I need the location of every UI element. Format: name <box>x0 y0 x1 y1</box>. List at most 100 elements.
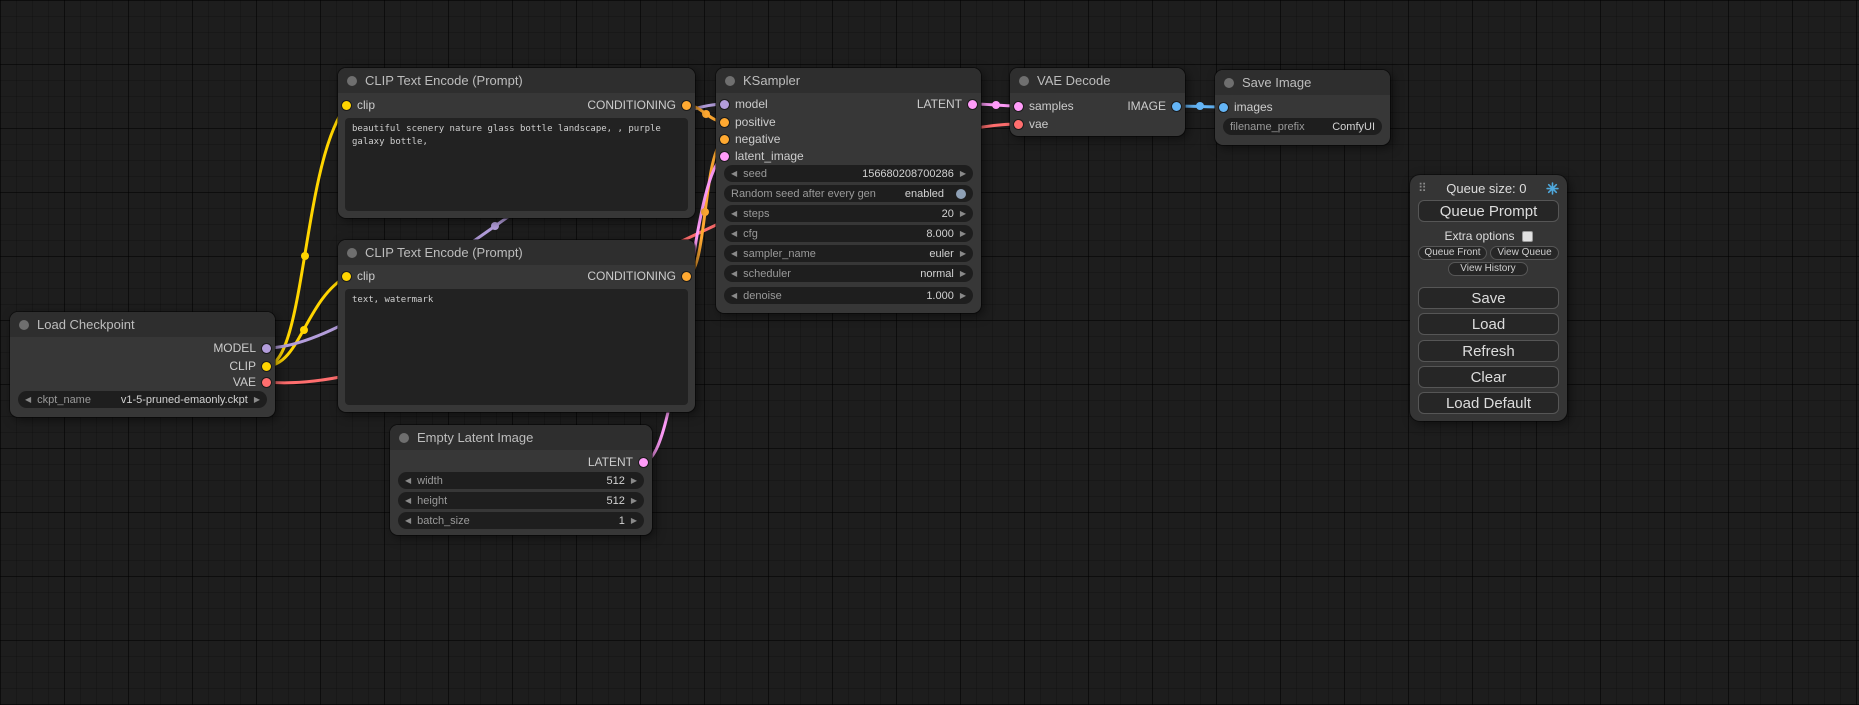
widget-scheduler[interactable]: ◀ scheduler normal ▶ <box>724 265 973 282</box>
model-port[interactable] <box>720 100 729 109</box>
conditioning-port[interactable] <box>682 272 691 281</box>
output-slot-model[interactable]: MODEL <box>213 341 271 355</box>
vae-port[interactable] <box>262 378 271 387</box>
node-ksampler[interactable]: KSampler model positive negative latent_… <box>716 68 981 313</box>
decrement-arrow-icon[interactable]: ◀ <box>731 210 737 218</box>
latent-port[interactable] <box>639 458 648 467</box>
model-port[interactable] <box>262 344 271 353</box>
extra-options-checkbox[interactable] <box>1522 231 1533 242</box>
output-slot-image[interactable]: IMAGE <box>1127 99 1181 113</box>
input-slot-samples[interactable]: samples <box>1014 99 1074 113</box>
collapse-dot-icon[interactable] <box>347 76 357 86</box>
output-slot-vae[interactable]: VAE <box>233 375 271 389</box>
image-port[interactable] <box>1172 102 1181 111</box>
decrement-arrow-icon[interactable]: ◀ <box>731 230 737 238</box>
clear-button[interactable]: Clear <box>1418 366 1559 388</box>
node-save-image[interactable]: Save Image images filename_prefix ComfyU… <box>1215 70 1390 145</box>
widget-cfg[interactable]: ◀ cfg 8.000 ▶ <box>724 225 973 242</box>
conditioning-port[interactable] <box>720 118 729 127</box>
collapse-dot-icon[interactable] <box>1224 78 1234 88</box>
latent-port[interactable] <box>968 100 977 109</box>
drag-handle-icon[interactable]: ⠿ <box>1418 181 1427 195</box>
node-clip-text-encode-negative[interactable]: CLIP Text Encode (Prompt) clip CONDITION… <box>338 240 695 412</box>
input-slot-vae[interactable]: vae <box>1014 117 1048 131</box>
output-slot-clip[interactable]: CLIP <box>229 359 271 373</box>
conditioning-port[interactable] <box>720 135 729 144</box>
node-title-bar[interactable]: VAE Decode <box>1010 68 1185 93</box>
widget-batch-size[interactable]: ◀ batch_size 1 ▶ <box>398 512 644 529</box>
node-title-bar[interactable]: Empty Latent Image <box>390 425 652 450</box>
image-port[interactable] <box>1219 103 1228 112</box>
widget-denoise[interactable]: ◀ denoise 1.000 ▶ <box>724 287 973 304</box>
widget-sampler-name[interactable]: ◀ sampler_name euler ▶ <box>724 245 973 262</box>
increment-arrow-icon[interactable]: ▶ <box>960 292 966 300</box>
latent-port[interactable] <box>720 152 729 161</box>
prompt-text-area[interactable]: beautiful scenery nature glass bottle la… <box>345 118 688 211</box>
input-slot-clip[interactable]: clip <box>342 98 375 112</box>
increment-arrow-icon[interactable]: ▶ <box>631 517 637 525</box>
increment-arrow-icon[interactable]: ▶ <box>960 170 966 178</box>
decrement-arrow-icon[interactable]: ◀ <box>405 517 411 525</box>
decrement-arrow-icon[interactable]: ◀ <box>405 497 411 505</box>
increment-arrow-icon[interactable]: ▶ <box>631 497 637 505</box>
node-empty-latent-image[interactable]: Empty Latent Image LATENT ◀ width 512 ▶ … <box>390 425 652 535</box>
refresh-button[interactable]: Refresh <box>1418 340 1559 362</box>
output-slot-conditioning[interactable]: CONDITIONING <box>587 98 691 112</box>
increment-arrow-icon[interactable]: ▶ <box>960 270 966 278</box>
collapse-dot-icon[interactable] <box>1019 76 1029 86</box>
node-title-bar[interactable]: Load Checkpoint <box>10 312 275 337</box>
decrement-arrow-icon[interactable]: ◀ <box>731 170 737 178</box>
load-default-button[interactable]: Load Default <box>1418 392 1559 414</box>
widget-random-seed[interactable]: Random seed after every gen enabled <box>724 185 973 202</box>
node-title-bar[interactable]: KSampler <box>716 68 981 93</box>
queue-front-button[interactable]: Queue Front <box>1418 246 1487 260</box>
widget-filename-prefix[interactable]: filename_prefix ComfyUI <box>1223 118 1382 135</box>
node-clip-text-encode-positive[interactable]: CLIP Text Encode (Prompt) clip CONDITION… <box>338 68 695 218</box>
widget-steps[interactable]: ◀ steps 20 ▶ <box>724 205 973 222</box>
increment-arrow-icon[interactable]: ▶ <box>960 230 966 238</box>
prompt-text-area[interactable]: text, watermark <box>345 289 688 405</box>
node-title-bar[interactable]: Save Image <box>1215 70 1390 95</box>
input-slot-negative[interactable]: negative <box>720 132 780 146</box>
vae-port[interactable] <box>1014 120 1023 129</box>
load-button[interactable]: Load <box>1418 313 1559 335</box>
view-queue-button[interactable]: View Queue <box>1490 246 1559 260</box>
decrement-arrow-icon[interactable]: ◀ <box>25 396 31 404</box>
output-slot-latent[interactable]: LATENT <box>588 455 648 469</box>
widget-width[interactable]: ◀ width 512 ▶ <box>398 472 644 489</box>
node-title-bar[interactable]: CLIP Text Encode (Prompt) <box>338 68 695 93</box>
decrement-arrow-icon[interactable]: ◀ <box>731 292 737 300</box>
collapse-dot-icon[interactable] <box>347 248 357 258</box>
widget-height[interactable]: ◀ height 512 ▶ <box>398 492 644 509</box>
view-history-button[interactable]: View History <box>1448 262 1528 276</box>
output-slot-latent[interactable]: LATENT <box>917 97 977 111</box>
queue-prompt-button[interactable]: Queue Prompt <box>1418 200 1559 222</box>
node-vae-decode[interactable]: VAE Decode samples vae IMAGE <box>1010 68 1185 136</box>
decrement-arrow-icon[interactable]: ◀ <box>405 477 411 485</box>
conditioning-port[interactable] <box>682 101 691 110</box>
increment-arrow-icon[interactable]: ▶ <box>631 477 637 485</box>
toggle-dot-icon[interactable] <box>956 189 966 199</box>
clip-port[interactable] <box>342 272 351 281</box>
input-slot-clip[interactable]: clip <box>342 269 375 283</box>
increment-arrow-icon[interactable]: ▶ <box>960 210 966 218</box>
input-slot-images[interactable]: images <box>1219 100 1273 114</box>
increment-arrow-icon[interactable]: ▶ <box>960 250 966 258</box>
clip-port[interactable] <box>342 101 351 110</box>
input-slot-model[interactable]: model <box>720 97 768 111</box>
increment-arrow-icon[interactable]: ▶ <box>254 396 260 404</box>
widget-seed[interactable]: ◀ seed 156680208700286 ▶ <box>724 165 973 182</box>
collapse-dot-icon[interactable] <box>725 76 735 86</box>
decrement-arrow-icon[interactable]: ◀ <box>731 270 737 278</box>
node-load-checkpoint[interactable]: Load Checkpoint MODEL CLIP VAE ◀ ckpt_na… <box>10 312 275 417</box>
input-slot-positive[interactable]: positive <box>720 115 776 129</box>
node-graph-canvas[interactable]: Load Checkpoint MODEL CLIP VAE ◀ ckpt_na… <box>0 0 1859 705</box>
settings-gear-icon[interactable] <box>1546 182 1559 195</box>
decrement-arrow-icon[interactable]: ◀ <box>731 250 737 258</box>
collapse-dot-icon[interactable] <box>19 320 29 330</box>
collapse-dot-icon[interactable] <box>399 433 409 443</box>
input-slot-latent-image[interactable]: latent_image <box>720 149 804 163</box>
clip-port[interactable] <box>262 362 271 371</box>
save-button[interactable]: Save <box>1418 287 1559 309</box>
output-slot-conditioning[interactable]: CONDITIONING <box>587 269 691 283</box>
